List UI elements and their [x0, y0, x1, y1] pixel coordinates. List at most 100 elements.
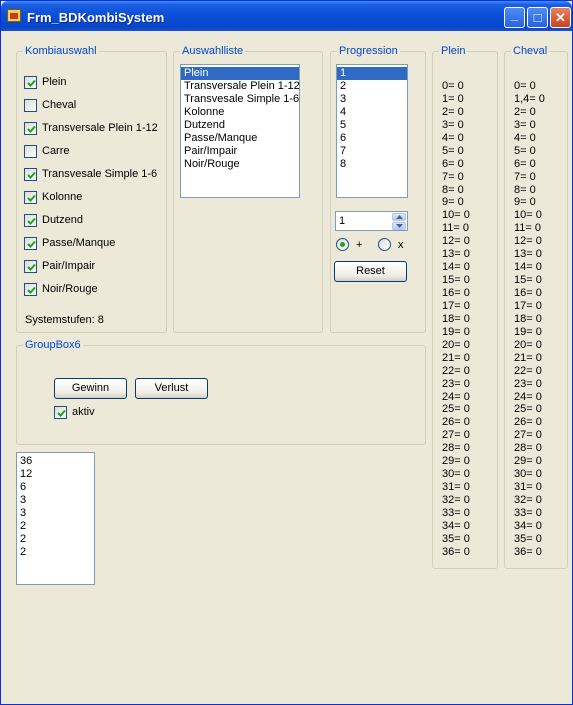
- result-item[interactable]: 6: [17, 481, 94, 494]
- plein-value-line: 3= 0: [442, 118, 464, 131]
- minimize-button[interactable]: _: [504, 7, 525, 28]
- cheval-value-line: 12= 0: [514, 235, 542, 248]
- cheval-value-line: 10= 0: [514, 209, 542, 222]
- plein-values: 0= 0 1= 0 2= 0 3= 0 4= 0 5= 0 6= 0 7= 0 8= 0 9= 0…: [442, 80, 470, 559]
- aktiv-label: aktiv: [72, 406, 95, 418]
- kombi-checkbox[interactable]: [24, 168, 37, 181]
- groupbox6-title: GroupBox6: [23, 339, 83, 351]
- cheval-value-line: 21= 0: [514, 351, 542, 364]
- reset-button[interactable]: Reset: [334, 261, 407, 282]
- progression-numeric-input[interactable]: 1: [335, 211, 408, 231]
- kombi-checkbox[interactable]: [24, 283, 37, 296]
- kombi-checkbox[interactable]: [24, 122, 37, 135]
- checkmark-icon: [27, 217, 36, 225]
- progression-title: Progression: [337, 45, 400, 57]
- close-button[interactable]: ✕: [550, 7, 571, 28]
- progression-item[interactable]: 2: [337, 80, 407, 93]
- result-item[interactable]: 3: [17, 507, 94, 520]
- aktiv-check-box[interactable]: [54, 406, 67, 419]
- progression-item[interactable]: 7: [337, 145, 407, 158]
- progression-item[interactable]: 8: [337, 158, 407, 171]
- radio-plus-label: +: [356, 239, 363, 251]
- progression-item[interactable]: 1: [337, 67, 407, 80]
- systemstufen-label: Systemstufen: 8: [25, 314, 104, 326]
- result-item[interactable]: 2: [17, 520, 94, 533]
- main-window: Frm_BDKombiSystem _ □ ✕ Kombiauswahl Ple…: [0, 0, 573, 705]
- result-item[interactable]: 3: [17, 494, 94, 507]
- spin-down-button[interactable]: [392, 222, 406, 230]
- kombi-checkbox-label: Noir/Rouge: [42, 283, 98, 295]
- plein-value-line: 17= 0: [442, 299, 470, 312]
- progression-item[interactable]: 5: [337, 119, 407, 132]
- result-item[interactable]: 2: [17, 533, 94, 546]
- kombi-checkbox[interactable]: [24, 237, 37, 250]
- radio-x-circle[interactable]: [378, 238, 391, 251]
- progression-item[interactable]: 4: [337, 106, 407, 119]
- plein-value-line: 34= 0: [442, 519, 470, 532]
- minimize-icon: _: [510, 7, 519, 22]
- app-icon[interactable]: [7, 9, 21, 22]
- checkmark-icon: [27, 240, 36, 248]
- kombi-checkbox-label: Carre: [42, 145, 70, 157]
- cheval-value-line: 11= 0: [514, 222, 542, 235]
- cheval-value-line: 34= 0: [514, 519, 542, 532]
- cheval-value-line: 5= 0: [514, 144, 536, 157]
- auswahlliste-item[interactable]: Kolonne: [181, 106, 299, 119]
- cheval-value-line: 31= 0: [514, 481, 542, 494]
- result-item[interactable]: 36: [17, 455, 94, 468]
- auswahlliste-item[interactable]: Dutzend: [181, 119, 299, 132]
- verlust-button[interactable]: Verlust: [135, 378, 208, 399]
- progression-item[interactable]: 3: [337, 93, 407, 106]
- kombi-checkbox[interactable]: [24, 260, 37, 273]
- plein-value-line: 1= 0: [442, 92, 464, 105]
- auswahlliste-listbox[interactable]: Plein Transversale Plein 1-12 Transvesale …: [180, 64, 300, 198]
- plein-value-line: 12= 0: [442, 235, 470, 248]
- auswahlliste-item[interactable]: Passe/Manque: [181, 132, 299, 145]
- title-bar[interactable]: Frm_BDKombiSystem _ □ ✕: [1, 1, 572, 31]
- kombi-checkbox[interactable]: [24, 76, 37, 89]
- auswahlliste-item[interactable]: Pair/Impair: [181, 145, 299, 158]
- kombi-checkbox-label: Kolonne: [42, 191, 83, 203]
- plein-value-line: 23= 0: [442, 377, 470, 390]
- cheval-value-line: 35= 0: [514, 532, 542, 545]
- cheval-value-line: 32= 0: [514, 494, 542, 506]
- cheval-value-line: 30= 0: [514, 468, 542, 481]
- kombi-checkbox-label: Cheval: [42, 99, 77, 111]
- result-item[interactable]: 2: [17, 546, 94, 559]
- result-listbox[interactable]: 36 12 6 3 3 2 2 2: [16, 452, 95, 585]
- maximize-button[interactable]: □: [527, 7, 548, 28]
- radio-x-label: x: [398, 239, 404, 251]
- kombi-checkbox[interactable]: [24, 191, 37, 204]
- cheval-values: 0= 0 1,4= 0 2= 0 3= 0 4= 0 5= 0 6= 0 7= 0 8= 0 9=…: [514, 80, 545, 559]
- kombi-checkbox-label: Passe/Manque: [42, 237, 116, 249]
- cheval-value-line: 6= 0: [514, 157, 536, 170]
- progression-listbox[interactable]: 12345678: [336, 64, 408, 198]
- plein-value-line: 22= 0: [442, 364, 470, 377]
- kombi-checkbox[interactable]: [24, 214, 37, 227]
- plein-value-line: 6= 0: [442, 157, 464, 170]
- auswahlliste-item[interactable]: Plein: [181, 67, 299, 80]
- cheval-value-line: 29= 0: [514, 455, 542, 468]
- cheval-value-line: 8= 0: [514, 183, 536, 196]
- kombi-checkbox[interactable]: [24, 99, 37, 112]
- checkmark-icon: [27, 79, 36, 87]
- kombi-checkbox-label: Transversale Plein 1-12: [42, 122, 158, 134]
- progression-item[interactable]: 6: [337, 132, 407, 145]
- kombi-checkbox[interactable]: [24, 145, 37, 158]
- gewinn-button[interactable]: Gewinn: [54, 378, 127, 399]
- plein-group: Plein 0= 0 1= 0 2= 0 3= 0 4= 0 5= 0 6= 0 7= 0 8=…: [432, 45, 498, 569]
- radio-plus-circle[interactable]: [336, 238, 349, 251]
- auswahlliste-item[interactable]: Transversale Plein 1-12: [181, 80, 299, 93]
- plein-value-line: 35= 0: [442, 532, 470, 545]
- plein-value-line: 4= 0: [442, 131, 464, 144]
- cheval-value-line: 13= 0: [514, 248, 542, 261]
- spin-up-button[interactable]: [392, 213, 406, 221]
- cheval-value-line: 33= 0: [514, 506, 542, 519]
- auswahlliste-item[interactable]: Noir/Rouge: [181, 158, 299, 171]
- plein-value-line: 2= 0: [442, 105, 464, 118]
- result-item[interactable]: 12: [17, 468, 94, 481]
- auswahlliste-item[interactable]: Transvesale Simple 1-6: [181, 93, 299, 106]
- plein-value-line: 27= 0: [442, 429, 470, 442]
- cheval-value-line: 20= 0: [514, 338, 542, 351]
- close-icon: ✕: [555, 10, 566, 25]
